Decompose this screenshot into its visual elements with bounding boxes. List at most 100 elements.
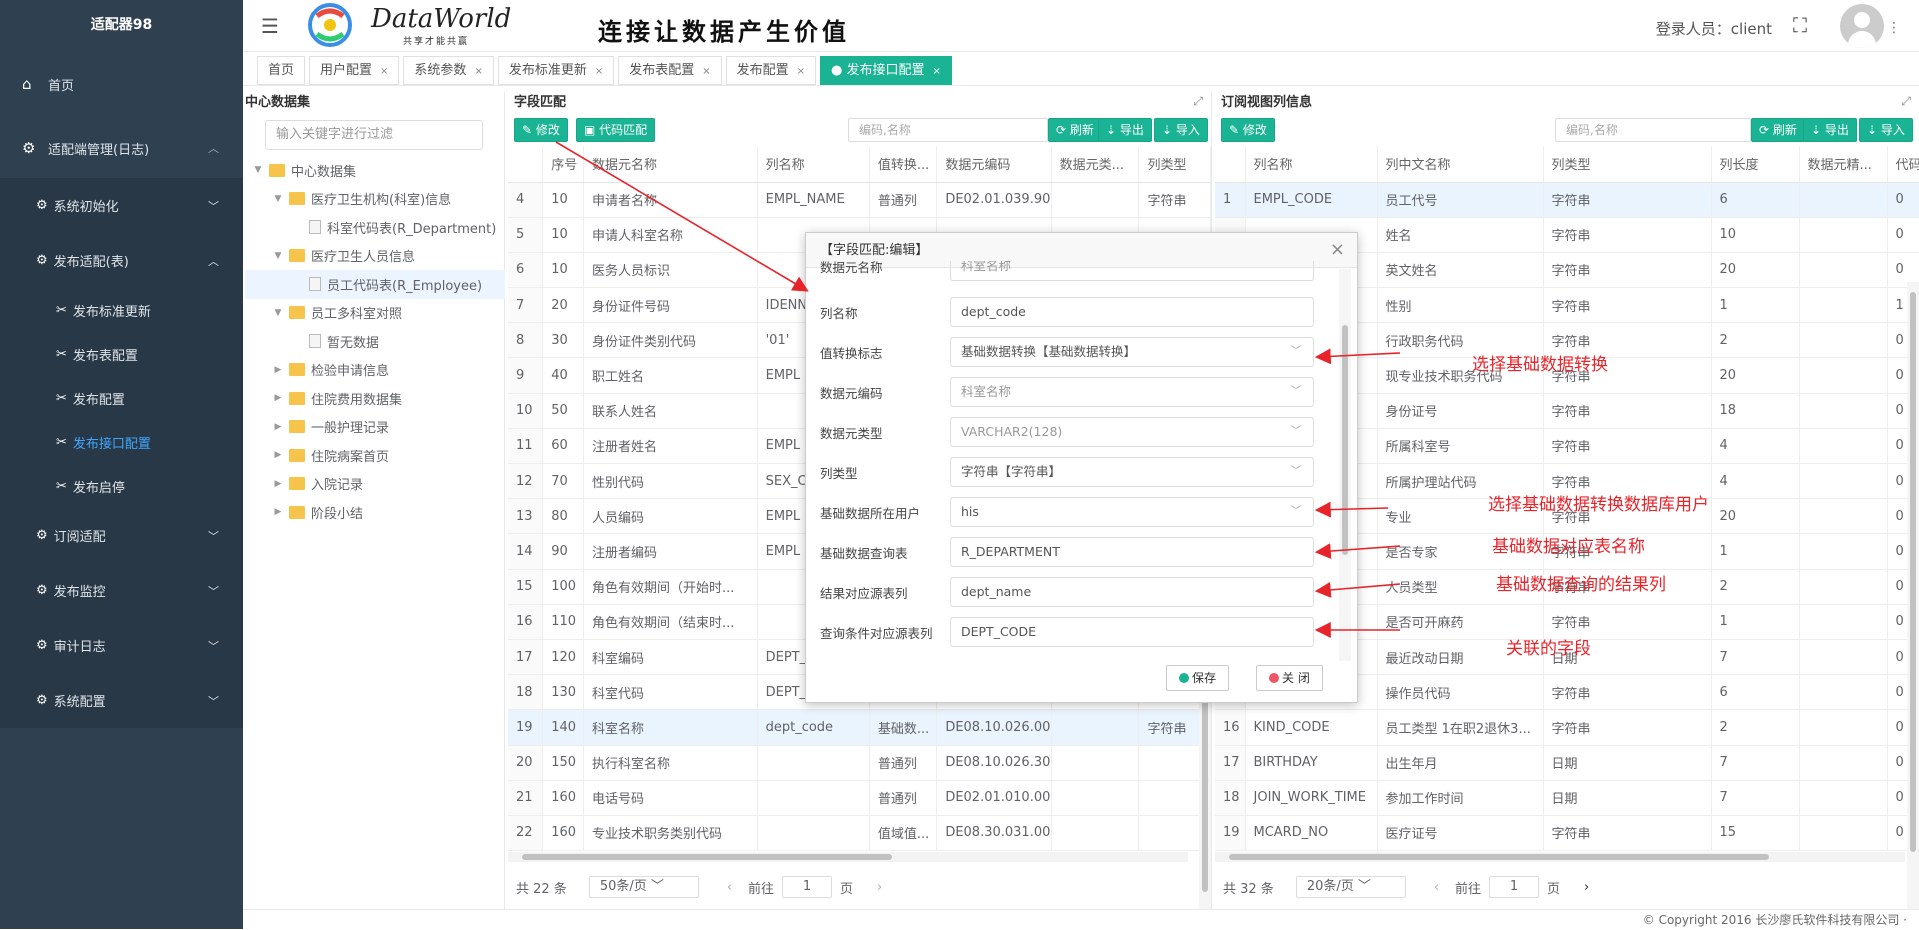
nav-leaf-publish-config[interactable]: ✂发布配置 [0, 376, 243, 420]
tab-interface-config[interactable]: ● 发布接口配置× [820, 56, 952, 85]
element-name-input[interactable]: 科室名称 [950, 261, 1314, 281]
caret-right-icon[interactable]: ▶ [271, 507, 285, 517]
tree-node[interactable]: ▼员工多科室对照 [245, 299, 505, 328]
expand-icon[interactable]: ⤢ [1901, 94, 1911, 109]
close-icon[interactable]: × [1330, 239, 1345, 260]
caret-down-icon[interactable]: ▼ [271, 251, 285, 261]
tree-node[interactable]: ▶住院病案首页 [245, 441, 505, 470]
tree-node[interactable]: ▶阶段小结 [245, 498, 505, 527]
table-row[interactable]: 21160电话号码普通列DE02.01.010.00 [508, 780, 1211, 815]
page-input[interactable]: 1 [782, 876, 832, 898]
next-page-icon[interactable]: › [1584, 880, 1589, 895]
column-type-select[interactable]: 字符串【字符串】﹀ [950, 457, 1314, 487]
field-match-hscroll[interactable] [508, 852, 1188, 862]
element-type-select[interactable]: VARCHAR2(128)﹀ [950, 417, 1314, 447]
subscribe-vscroll[interactable] [1907, 282, 1919, 909]
nav-adapter-mgmt[interactable]: ⚙ 适配端管理(日志) ︿ [0, 118, 243, 178]
column-header[interactable] [1215, 146, 1245, 182]
nav-publish-adapter[interactable]: ⚙ 发布适配(表) ︿ [0, 233, 243, 288]
tree-node[interactable]: 科室代码表(R_Department) [245, 213, 505, 242]
tree-node[interactable]: ▶入院记录 [245, 470, 505, 499]
table-row[interactable]: 19140科室名称dept_code基础数...DE08.10.026.00字符… [508, 710, 1211, 745]
nav-sys-init[interactable]: ⚙ 系统初始化 ﹀ [0, 178, 243, 233]
caret-down-icon[interactable]: ▼ [271, 194, 285, 204]
edit-button[interactable]: ✎ 修改 [1221, 118, 1275, 142]
caret-down-icon[interactable]: ▼ [271, 308, 285, 318]
code-match-button[interactable]: ▣ 代码匹配 [576, 118, 655, 142]
tree-node[interactable]: ▶住院费用数据集 [245, 384, 505, 413]
nav-leaf-start-stop[interactable]: ✂发布启停 [0, 464, 243, 508]
page-input[interactable]: 1 [1489, 876, 1539, 898]
column-header[interactable] [508, 146, 543, 182]
close-icon[interactable]: × [702, 66, 710, 77]
tree-node[interactable]: ▼医疗卫生机构(科室)信息 [245, 185, 505, 214]
tree-node[interactable]: ▶检验申请信息 [245, 356, 505, 385]
next-page-icon[interactable]: › [877, 880, 882, 895]
close-icon[interactable]: × [933, 66, 941, 77]
column-header[interactable]: 列名称 [1245, 146, 1377, 182]
column-header[interactable]: 列类型 [1543, 146, 1711, 182]
close-icon[interactable]: × [474, 66, 482, 77]
column-header[interactable]: 数据元类... [1051, 146, 1139, 182]
column-name-input[interactable]: dept_code [950, 297, 1314, 327]
refresh-button[interactable]: ⟳ 刷新 [1751, 118, 1805, 142]
tree-node[interactable]: ▼医疗卫生人员信息 [245, 242, 505, 271]
table-row[interactable]: 22160专业技术职务类别代码值域值...DE08.30.031.00 [508, 815, 1211, 850]
caret-right-icon[interactable]: ▶ [271, 422, 285, 432]
close-icon[interactable]: × [595, 66, 603, 77]
close-icon[interactable]: × [797, 66, 805, 77]
column-header[interactable]: 列名称 [757, 146, 869, 182]
table-row[interactable]: 18JOIN_WORK_TIME参加工作时间日期70 [1215, 780, 1919, 815]
prev-page-icon[interactable]: ‹ [727, 880, 732, 895]
column-header[interactable]: 数据元精... [1799, 146, 1887, 182]
column-header[interactable]: 序号 [543, 146, 584, 182]
convert-flag-select[interactable]: 基础数据转换【基础数据转换】﹀ [950, 337, 1314, 367]
refresh-button[interactable]: ⟳ 刷新 [1048, 118, 1102, 142]
tree-node[interactable]: ▶一般护理记录 [245, 413, 505, 442]
caret-right-icon[interactable]: ▶ [271, 365, 285, 375]
table-row[interactable]: 19MCARD_NO医疗证号字符串150 [1215, 815, 1919, 850]
column-header[interactable]: 列类型 [1139, 146, 1211, 182]
nav-audit[interactable]: ⚙ 审计日志 ﹀ [0, 618, 243, 673]
caret-right-icon[interactable]: ▶ [271, 479, 285, 489]
nav-home[interactable]: ⌂ 首页 [0, 50, 243, 118]
subscribe-search-input[interactable]: 编码,名称 [1555, 118, 1751, 142]
caret-right-icon[interactable]: ▶ [271, 393, 285, 403]
column-header[interactable]: 值转换... [869, 146, 936, 182]
nav-subscribe[interactable]: ⚙ 订阅适配 ﹀ [0, 508, 243, 563]
base-table-input[interactable]: R_DEPARTMENT [950, 537, 1314, 567]
import-button[interactable]: ⇣ 导入 [1859, 118, 1913, 142]
export-button[interactable]: ⇣ 导出 [1098, 118, 1152, 142]
base-user-select[interactable]: his﹀ [950, 497, 1314, 527]
nav-leaf-table-config[interactable]: ✂发布表配置 [0, 332, 243, 376]
fullscreen-icon[interactable]: ⛶ [1793, 13, 1807, 37]
table-row[interactable]: 16KIND_CODE员工类型 1在职2退休3...字符串20 [1215, 710, 1919, 745]
nav-leaf-interface-config[interactable]: ✂发布接口配置 [0, 420, 243, 464]
tab-sys-params[interactable]: 系统参数× [403, 56, 493, 85]
tab-table-config[interactable]: 发布表配置× [618, 56, 721, 85]
export-button[interactable]: ⇣ 导出 [1803, 118, 1857, 142]
edit-button[interactable]: ✎ 修改 [514, 118, 568, 142]
nav-leaf-standard-update[interactable]: ✂发布标准更新 [0, 288, 243, 332]
more-dots-icon[interactable]: ⋮ [1887, 20, 1901, 36]
page-size-select[interactable]: 20条/页 ﹀ [1296, 876, 1406, 898]
table-row[interactable]: 17BIRTHDAY出生年月日期70 [1215, 745, 1919, 780]
result-column-input[interactable]: dept_name [950, 577, 1314, 607]
column-header[interactable]: 数据元编码 [937, 146, 1051, 182]
table-row[interactable]: 1EMPL_CODE员工代号字符串60 [1215, 182, 1919, 217]
table-row[interactable]: 410申请者名称EMPL_NAME普通列DE02.01.039.90字符串 [508, 182, 1211, 217]
close-button[interactable]: 关 闭 [1256, 665, 1323, 691]
subscribe-hscroll[interactable] [1215, 852, 1905, 862]
tab-user-config[interactable]: 用户配置× [309, 56, 399, 85]
nav-monitor[interactable]: ⚙ 发布监控 ﹀ [0, 563, 243, 618]
page-size-select[interactable]: 50条/页 ﹀ [589, 876, 699, 898]
tree-node[interactable]: 暂无数据 [245, 327, 505, 356]
tree-search-input[interactable]: 输入关键字进行过滤 [265, 120, 483, 150]
column-header[interactable]: 数据元名称 [584, 146, 758, 182]
condition-column-input[interactable]: DEPT_CODE [950, 617, 1314, 647]
prev-page-icon[interactable]: ‹ [1434, 880, 1439, 895]
save-button[interactable]: 保存 [1166, 665, 1229, 691]
import-button[interactable]: ⇣ 导入 [1154, 118, 1208, 142]
tab-home[interactable]: 首页 [257, 56, 305, 85]
table-row[interactable]: 20150执行科室名称普通列DE08.10.026.30 [508, 745, 1211, 780]
